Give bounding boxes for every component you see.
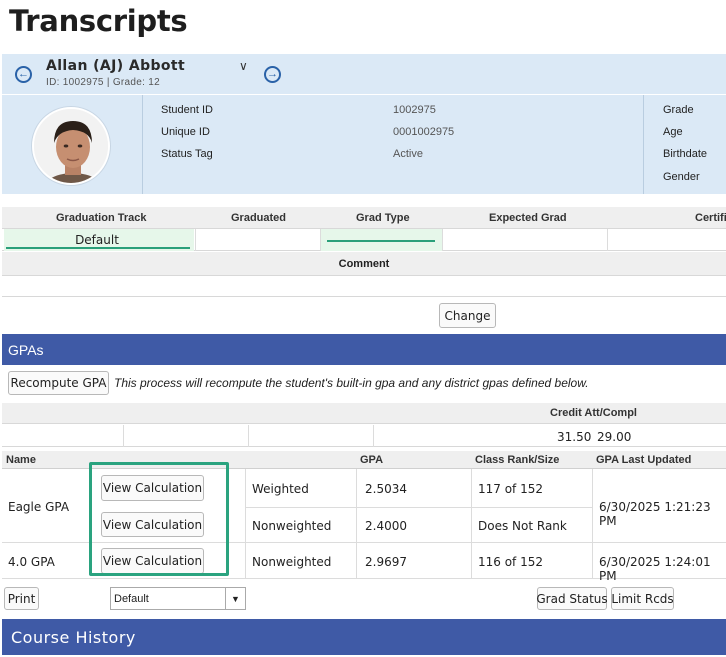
gpa-view-select-value: Default: [114, 593, 149, 605]
credit-completed-value: 29.00: [597, 430, 632, 444]
view-calculation-highlight: [89, 462, 229, 576]
certificate-header: Certifi: [695, 212, 726, 224]
gpa-rank-2: Does Not Rank: [478, 519, 567, 533]
gpa-rank-3: 116 of 152: [478, 555, 544, 569]
student-name: Allan (AJ) Abbott: [46, 58, 186, 74]
course-history-section-header: Course History: [2, 619, 726, 655]
gpa-type-3: Nonweighted: [252, 555, 332, 569]
student-id-grade: ID: 1002975 | Grade: 12: [46, 77, 161, 88]
graduation-header-row: Graduation Track Graduated Grad Type Exp…: [2, 207, 726, 229]
page-title: Transcripts: [9, 4, 188, 38]
gpa-view-select[interactable]: Default ▼: [110, 587, 246, 610]
comment-header: Comment: [2, 252, 726, 276]
next-student-icon[interactable]: →: [264, 66, 281, 83]
student-header-bar: ← Allan (AJ) Abbott ID: 1002975 | Grade:…: [2, 54, 726, 94]
gpa-last-updated-column-header: GPA Last Updated: [596, 454, 692, 466]
graduation-track-header: Graduation Track: [56, 212, 147, 224]
status-tag-value: Active: [393, 148, 423, 160]
gpa-name-eagle: Eagle GPA: [8, 500, 70, 514]
gpa-updated-1: 6/30/2025 1:21:23 PM: [599, 500, 711, 528]
chevron-down-icon[interactable]: ∨: [239, 59, 248, 73]
gpa-value-1: 2.5034: [365, 482, 407, 496]
gender-label: Gender: [663, 171, 700, 183]
gpa-rank-1: 117 of 152: [478, 482, 544, 496]
grade-label: Grade: [663, 104, 694, 116]
student-photo: [32, 107, 110, 185]
graduated-header: Graduated: [231, 212, 287, 224]
graduation-track-field[interactable]: Default: [4, 229, 194, 251]
recompute-gpa-button[interactable]: Recompute GPA: [8, 371, 109, 395]
credit-att-compl-header: Credit Att/Compl: [550, 407, 637, 419]
student-info-panel: Student ID 1002975 Unique ID 0001002975 …: [2, 95, 726, 194]
gpa-type-1: Weighted: [252, 482, 309, 496]
gpa-column-header: GPA: [360, 454, 384, 466]
birthdate-label: Birthdate: [663, 148, 708, 160]
unique-id-label: Unique ID: [161, 126, 210, 138]
gpas-section-header: GPAs: [2, 334, 726, 365]
grad-type-header: Grad Type: [356, 212, 410, 224]
student-id-label: Student ID: [161, 104, 213, 116]
change-area: Change: [2, 298, 726, 333]
previous-student-icon[interactable]: ←: [15, 66, 32, 83]
recompute-note: This process will recompute the student'…: [114, 376, 589, 390]
gpa-value-2: 2.4000: [365, 519, 407, 533]
class-rank-column-header: Class Rank/Size: [475, 454, 560, 466]
dropdown-arrow-icon[interactable]: ▼: [225, 588, 245, 609]
graduation-track-value: Default: [75, 233, 119, 247]
graduation-value-row: Default: [2, 229, 726, 251]
student-id-value: 1002975: [393, 104, 436, 116]
grad-type-field[interactable]: [321, 229, 442, 251]
credit-attempted-value: 31.50: [557, 430, 592, 444]
comment-row: [2, 277, 726, 297]
credit-row: 31.50 29.00: [2, 425, 726, 447]
unique-id-value: 0001002975: [393, 126, 455, 138]
grad-status-button[interactable]: Grad Status: [536, 587, 608, 610]
gpa-type-2: Nonweighted: [252, 519, 332, 533]
print-button[interactable]: Print: [4, 587, 39, 610]
name-column-header: Name: [6, 454, 36, 466]
status-tag-label: Status Tag: [161, 148, 213, 160]
gpa-updated-3: 6/30/2025 1:24:01 PM: [599, 555, 711, 583]
gpa-value-3: 2.9697: [365, 555, 407, 569]
gpa-name-4-0: 4.0 GPA: [8, 555, 55, 569]
expected-grad-header: Expected Grad: [489, 212, 567, 224]
limit-records-button[interactable]: Limit Rcds: [611, 587, 674, 610]
age-label: Age: [663, 126, 683, 138]
credit-header-row: Credit Att/Compl: [2, 403, 726, 424]
change-button[interactable]: Change: [439, 303, 496, 328]
